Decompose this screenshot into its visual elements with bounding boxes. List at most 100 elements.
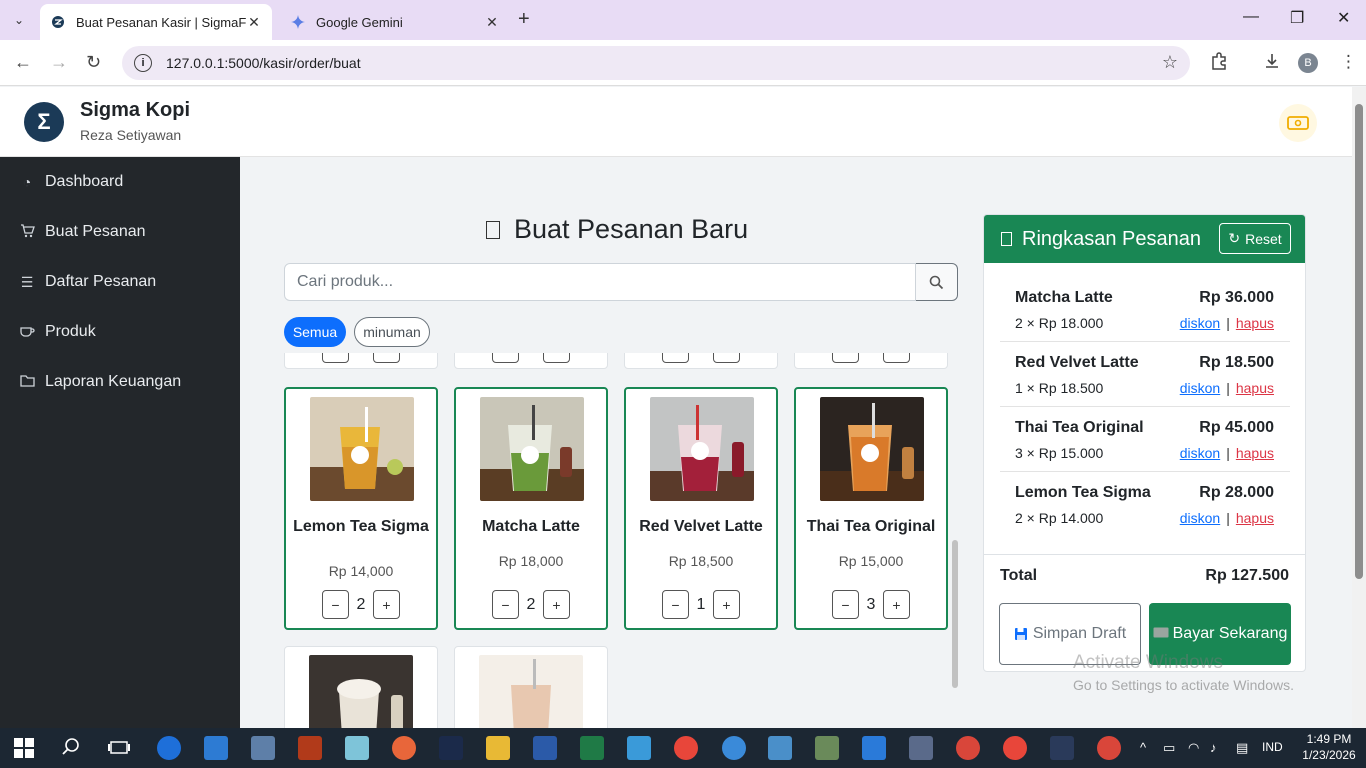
chrome-icon[interactable] (1003, 736, 1027, 760)
product-card[interactable] (624, 353, 778, 369)
vscode-icon[interactable] (862, 736, 886, 760)
sidebar-item-laporan-keuangan[interactable]: Laporan Keuangan (0, 357, 240, 407)
search-button[interactable] (916, 263, 958, 301)
photoshop-icon[interactable] (439, 736, 463, 760)
chrome-icon[interactable] (674, 736, 698, 760)
file-explorer-icon[interactable] (486, 736, 510, 760)
site-info-icon[interactable]: i (134, 54, 152, 72)
app-icon[interactable] (909, 736, 933, 760)
search-icon[interactable] (60, 736, 84, 760)
increment-button[interactable]: + (713, 590, 740, 619)
product-card[interactable] (284, 646, 438, 728)
forward-arrow-icon[interactable]: → (50, 52, 68, 73)
delete-link[interactable]: hapus (1236, 510, 1274, 526)
page-scrollbar[interactable] (1352, 87, 1366, 728)
chrome-profile-icon[interactable] (722, 736, 746, 760)
close-tab-icon[interactable]: ✕ (246, 14, 262, 31)
notification-icon[interactable]: ▤ (1236, 740, 1248, 756)
app-icon[interactable] (251, 736, 275, 760)
decrement-button[interactable]: − (322, 590, 349, 619)
product-card-red-velvet[interactable]: Red Velvet Latte Rp 18,500 − 1 + (624, 387, 778, 630)
tab-active[interactable]: Buat Pesanan Kasir | SigmaFran ✕ (40, 4, 272, 40)
app-icon[interactable] (627, 736, 651, 760)
chrome-icon[interactable] (956, 736, 980, 760)
system-clock[interactable]: 1:49 PM 1/23/2026 (1298, 731, 1360, 763)
increment-button[interactable] (373, 353, 400, 363)
discount-link[interactable]: diskon (1180, 510, 1220, 526)
wifi-icon[interactable]: ◠ (1188, 740, 1199, 756)
increment-button[interactable] (883, 353, 910, 363)
restore-icon[interactable]: ❐ (1290, 8, 1304, 28)
profile-avatar[interactable]: B (1298, 53, 1318, 73)
decrement-button[interactable] (322, 353, 349, 363)
decrement-button[interactable] (832, 353, 859, 363)
decrement-button[interactable]: − (492, 590, 519, 619)
product-card-lemon-tea[interactable]: Lemon Tea Sigma Rp 14,000 − 2 + (284, 387, 438, 630)
windows-start-icon[interactable] (12, 736, 36, 760)
excel-icon[interactable] (580, 736, 604, 760)
filter-minuman[interactable]: minuman (354, 317, 430, 347)
app-icon[interactable] (768, 736, 792, 760)
page-scrollbar-thumb[interactable] (1355, 104, 1363, 579)
decrement-button[interactable]: − (832, 590, 859, 619)
tab-gemini[interactable]: Google Gemini ✕ (280, 4, 510, 40)
reload-icon[interactable]: ↻ (86, 52, 101, 73)
minimize-icon[interactable]: — (1243, 8, 1259, 26)
increment-button[interactable]: + (543, 590, 570, 619)
sidebar-item-buat-pesanan[interactable]: Buat Pesanan (0, 207, 240, 257)
product-card[interactable] (794, 353, 948, 369)
delete-link[interactable]: hapus (1236, 380, 1274, 396)
more-vertical-icon[interactable]: ⋮ (1340, 52, 1357, 72)
increment-button[interactable]: + (883, 590, 910, 619)
download-icon[interactable] (1263, 52, 1281, 75)
address-bar[interactable]: i 127.0.0.1:5000/kasir/order/buat ☆ (122, 46, 1190, 80)
discount-link[interactable]: diskon (1180, 445, 1220, 461)
new-tab-plus-icon[interactable]: + (518, 8, 530, 31)
chrome-icon[interactable] (1097, 736, 1121, 760)
sidebar-item-dashboard[interactable]: ◔ Dashboard (0, 157, 240, 207)
back-arrow-icon[interactable]: ← (14, 52, 32, 73)
decrement-button[interactable] (492, 353, 519, 363)
close-window-icon[interactable]: ✕ (1337, 8, 1350, 28)
task-view-icon[interactable] (108, 736, 132, 760)
discount-link[interactable]: diskon (1180, 315, 1220, 331)
decrement-button[interactable]: − (662, 590, 689, 619)
sidebar-item-produk[interactable]: Produk (0, 307, 240, 357)
reset-button[interactable]: ↻ Reset (1219, 223, 1291, 254)
product-grid-scrollbar[interactable] (952, 540, 958, 688)
increment-button[interactable]: + (373, 590, 400, 619)
decrement-button[interactable] (662, 353, 689, 363)
delete-link[interactable]: hapus (1236, 445, 1274, 461)
bookmark-star-icon[interactable]: ☆ (1162, 52, 1178, 73)
product-card[interactable] (284, 353, 438, 369)
edge-browser-icon[interactable] (157, 736, 181, 760)
cash-register-button[interactable] (1279, 104, 1317, 142)
app-icon[interactable] (345, 736, 369, 760)
volume-icon[interactable]: ♪ (1210, 740, 1217, 755)
search-input[interactable] (284, 263, 916, 301)
product-card[interactable] (454, 353, 608, 369)
extensions-puzzle-icon[interactable] (1210, 52, 1228, 75)
increment-button[interactable] (713, 353, 740, 363)
winrar-icon[interactable] (298, 736, 322, 760)
firefox-icon[interactable] (392, 736, 416, 760)
battery-icon[interactable]: ▭ (1163, 740, 1175, 756)
app-icon[interactable] (815, 736, 839, 760)
product-card[interactable] (454, 646, 608, 728)
language-indicator[interactable]: IND (1262, 740, 1283, 754)
store-icon[interactable] (204, 736, 228, 760)
discount-link[interactable]: diskon (1180, 380, 1220, 396)
word-icon[interactable] (533, 736, 557, 760)
product-card-matcha-latte[interactable]: Matcha Latte Rp 18,000 − 2 + (454, 387, 608, 630)
delete-link[interactable]: hapus (1236, 315, 1274, 331)
mysql-icon[interactable] (1050, 736, 1074, 760)
product-card-thai-tea[interactable]: Thai Tea Original Rp 15,000 − 3 + (794, 387, 948, 630)
tab-search-chevron-icon[interactable]: ⌄ (8, 9, 30, 31)
lemon-tea-image (310, 397, 414, 501)
filter-semua[interactable]: Semua (284, 317, 346, 347)
sidebar-item-daftar-pesanan[interactable]: ☰ Daftar Pesanan (0, 257, 240, 307)
summary-item-list: Matcha Latte Rp 36.000 2 × Rp 18.000 dis… (1000, 277, 1290, 537)
chevron-up-icon[interactable]: ^ (1140, 740, 1146, 755)
close-tab-icon[interactable]: ✕ (484, 14, 500, 31)
increment-button[interactable] (543, 353, 570, 363)
